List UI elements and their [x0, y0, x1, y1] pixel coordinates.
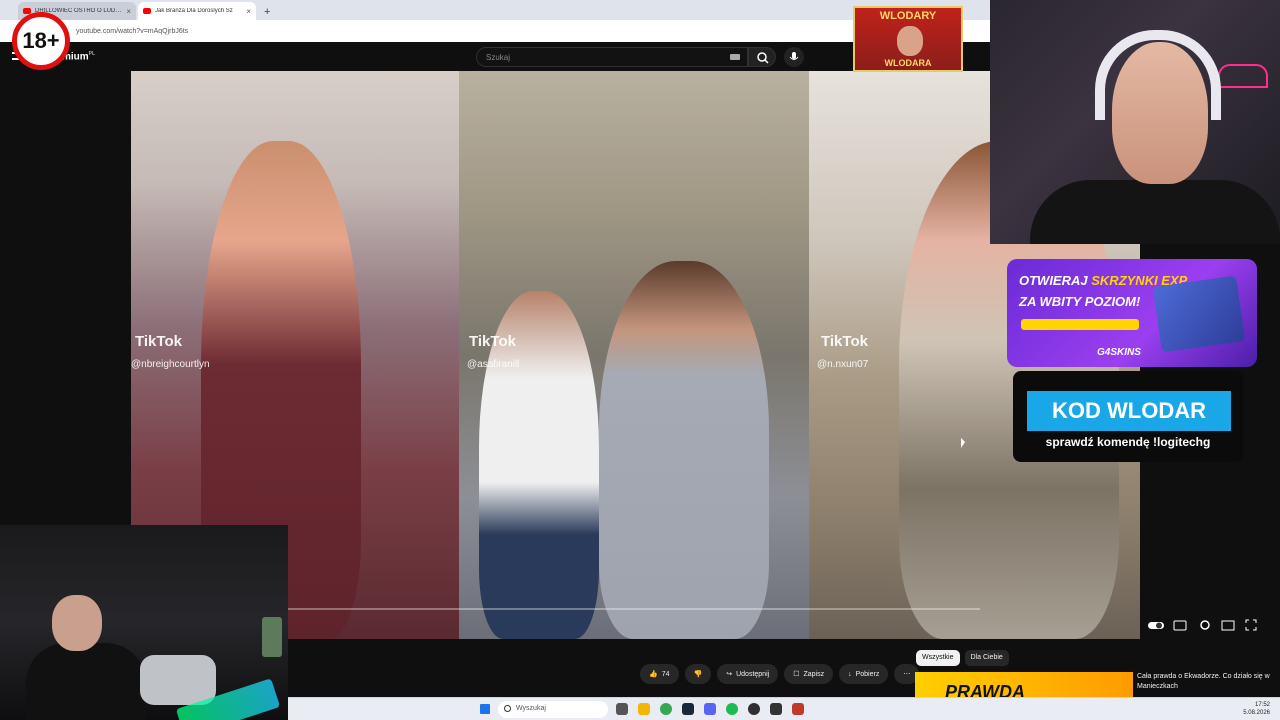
streamer-shirt	[1030, 180, 1280, 244]
task-view-icon[interactable]	[616, 703, 628, 715]
fullscreen-icon[interactable]	[1245, 618, 1259, 631]
recommendation-chips: Wszystkie Dla Ciebie	[916, 650, 1009, 666]
promo-subtitle: sprawdź komendę !logitechg	[1045, 435, 1211, 449]
autoplay-toggle-icon[interactable]	[1148, 618, 1164, 630]
bookmark-icon: ☐	[793, 671, 800, 678]
cup	[262, 617, 282, 657]
stream-screen: DRILLOWIEC OSTRO O LUDZIACH × Jak Branza…	[0, 0, 1280, 720]
spotify-icon[interactable]	[726, 703, 738, 715]
tab-title: Jak Branza Dla Doroslych Sz	[155, 8, 233, 14]
thumbs-down-icon: 👎	[693, 671, 703, 678]
system-clock[interactable]: 17:52 5.08.2026	[1230, 701, 1270, 717]
person-head	[52, 595, 102, 651]
file-explorer-icon[interactable]	[638, 703, 650, 715]
close-tab-icon[interactable]: ×	[126, 7, 131, 16]
ad-level-bar	[1021, 319, 1139, 330]
url-text: youtube.com/watch?v=mAqQjrbJ6ts	[76, 27, 189, 35]
miniplayer-icon[interactable]	[1221, 618, 1235, 631]
logo-region: PL	[88, 51, 96, 57]
share-icon: ↪	[726, 671, 733, 678]
taskbar-search-placeholder: Wyszukaj	[516, 705, 546, 712]
search-input[interactable]: Szukaj	[476, 47, 748, 67]
dislike-button[interactable]: 👎	[684, 664, 712, 684]
logitech-code-ad: KOD WLODAR sprawdź komendę !logitechg	[1013, 371, 1243, 462]
discord-icon[interactable]	[704, 703, 716, 715]
download-button[interactable]: ↓ Pobierz	[839, 664, 889, 684]
youtube-favicon-icon	[143, 8, 151, 14]
windows-start-icon[interactable]	[480, 704, 490, 714]
search-button[interactable]	[748, 47, 776, 67]
steam-icon[interactable]	[682, 703, 694, 715]
share-label: Udostępnij	[736, 670, 770, 678]
dancer-3	[599, 261, 769, 639]
tiktok-watermark: TikTok	[135, 333, 182, 350]
search-icon	[504, 705, 511, 712]
chip-for-you[interactable]: Dla Ciebie	[964, 650, 1009, 666]
streamer-webcam	[990, 0, 1280, 244]
obs-icon[interactable]	[748, 703, 760, 715]
download-label: Pobierz	[855, 670, 880, 678]
subtitles-icon[interactable]	[1173, 618, 1187, 631]
download-icon: ↓	[848, 670, 852, 678]
chrome-icon[interactable]	[660, 703, 672, 715]
tiktok-username: @asafiranill	[467, 359, 520, 370]
ad-line2: ZA WBITY POZIOM!	[1019, 294, 1141, 309]
windows-taskbar: Wyszukaj 17:52 5.08.2026	[288, 697, 1280, 720]
close-tab-icon[interactable]: ×	[246, 7, 251, 16]
keyboard-icon[interactable]	[730, 54, 740, 60]
taskbar-search[interactable]: Wyszukaj	[498, 701, 608, 718]
search-icon	[757, 52, 769, 64]
room-webcam	[0, 525, 288, 720]
microphone-icon	[789, 52, 799, 60]
save-label: Zapisz	[803, 670, 825, 678]
headset-icon	[1095, 30, 1221, 120]
like-button[interactable]: 👍 74	[640, 664, 679, 684]
promo-code: KOD WLODAR	[1027, 391, 1231, 431]
save-button[interactable]: ☐ Zapisz	[784, 664, 834, 684]
settings-gear-icon[interactable]	[1198, 618, 1212, 630]
ad-brand: G4SKINS	[1097, 347, 1141, 358]
person-legs	[140, 655, 216, 705]
share-button[interactable]: ↪ Udostępnij	[717, 664, 779, 684]
mouse-cursor-icon	[961, 438, 965, 448]
skin-case-icon	[1152, 275, 1246, 353]
new-tab-button[interactable]: +	[258, 6, 276, 20]
clock-time: 17:52	[1254, 702, 1270, 708]
tiktok-username: @n.nxun07	[817, 359, 869, 370]
youtube-header: miumPL Szukaj	[0, 42, 990, 72]
neon-sign	[1218, 64, 1268, 88]
video-actions: 👍 74 👎 ↪ Udostępnij ☐ Zapisz ↓ Pobierz ⋯	[640, 664, 920, 684]
address-bar[interactable]: youtube.com/watch?v=mAqQjrbJ6ts	[0, 20, 990, 42]
thumbs-up-icon: 👍	[649, 671, 658, 678]
poster-face	[897, 26, 923, 56]
poster-line2: WLODARA	[884, 58, 932, 68]
like-count: 74	[661, 670, 670, 678]
voice-search-button[interactable]	[784, 47, 804, 67]
poster-line1: WLODARY	[879, 10, 937, 22]
person-body	[26, 643, 146, 720]
browser-tab-2[interactable]: Jak Branza Dla Doroslych Sz ×	[138, 2, 256, 20]
wlodary-poster: WLODARY WLODARA	[853, 6, 963, 72]
g4skins-ad: OTWIERAJ SKRZYNKI EXP ZA WBITY POZIOM! G…	[1007, 259, 1257, 367]
clock-date: 5.08.2026	[1243, 710, 1270, 716]
app-icon-2[interactable]	[792, 703, 804, 715]
tiktok-watermark: TikTok	[469, 333, 516, 350]
app-icon[interactable]	[770, 703, 782, 715]
video-panel-2: TikTok @asafiranill	[459, 71, 809, 639]
recommended-video-title[interactable]: Cała prawda o Ekwadorze. Co działo się w…	[1137, 672, 1273, 692]
age-rating-badge: 18+	[12, 12, 70, 70]
tiktok-watermark: TikTok	[821, 333, 868, 350]
chip-all[interactable]: Wszystkie	[916, 650, 960, 666]
tiktok-username: @nbreighcourtlyn	[131, 359, 210, 370]
browser-tabbar: DRILLOWIEC OSTRO O LUDZIACH × Jak Branza…	[0, 0, 990, 20]
